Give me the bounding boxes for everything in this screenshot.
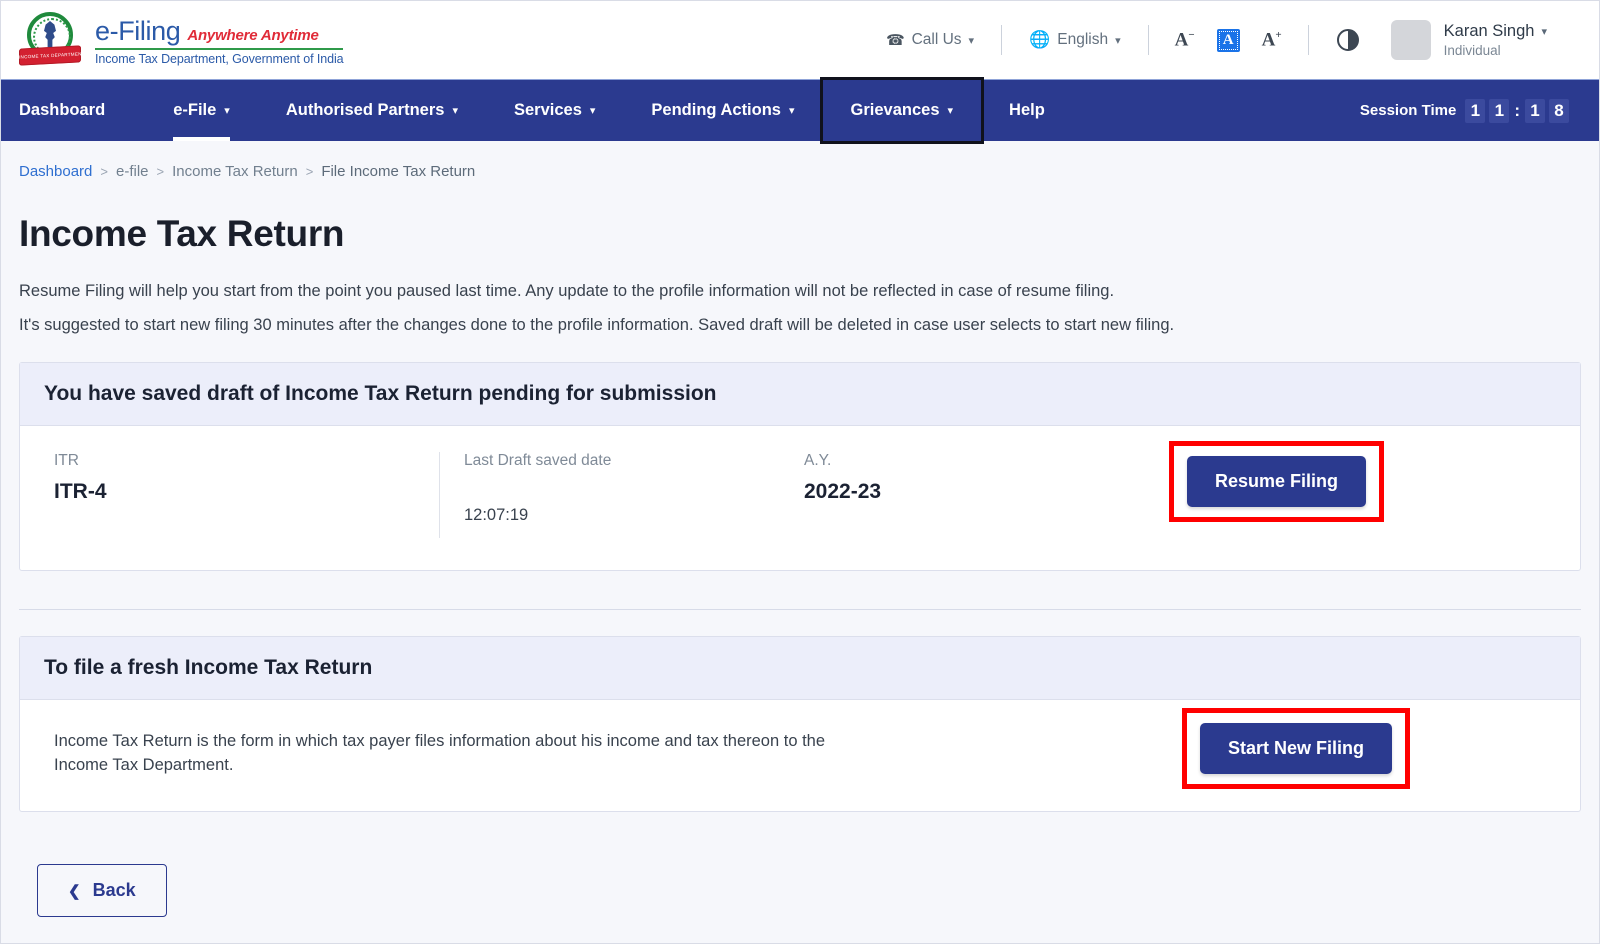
nav-item-authorised-partners[interactable]: Authorised Partners ▾	[258, 80, 486, 141]
font-normal-button[interactable]: A	[1216, 28, 1240, 52]
page-title: Income Tax Return	[19, 213, 345, 254]
description-line-1: Resume Filing will help you start from t…	[19, 282, 1115, 300]
session-digit: 8	[1549, 98, 1569, 123]
user-name: Karan Singh	[1443, 22, 1535, 40]
phone-icon: ☎	[885, 32, 905, 49]
main-content: Income Tax Return Resume Filing will hel…	[1, 213, 1599, 918]
chevron-down-icon: ▾	[589, 105, 596, 117]
font-normal-label: A	[1222, 31, 1234, 48]
font-decrease-label: A	[1174, 29, 1189, 51]
font-size-controls: A− A A+	[1159, 28, 1298, 52]
font-decrease-button[interactable]: A−	[1174, 29, 1195, 51]
chevron-down-icon: ▾	[968, 34, 975, 47]
chevron-left-icon: ❮	[68, 882, 81, 900]
assessment-year-value: 2022-23	[804, 480, 882, 504]
divider	[1001, 25, 1003, 55]
breadcrumb-separator: >	[305, 164, 314, 179]
draft-ay-column: A.Y. 2022-23	[804, 452, 1134, 505]
session-digit: 1	[1465, 98, 1486, 123]
divider	[1147, 25, 1149, 55]
resume-filing-highlight-box: Resume Filing	[1168, 440, 1384, 522]
divider	[1307, 25, 1309, 55]
chevron-down-icon: ▾	[224, 105, 230, 117]
brand-tagline: Anywhere Anytime	[187, 27, 319, 44]
start-new-filing-button[interactable]: Start New Filing	[1199, 722, 1392, 774]
session-timer: Session Time 1 1 : 1 8	[1360, 80, 1599, 141]
nav-label: e-File	[173, 101, 217, 119]
session-timer-digits: 1 1 : 1 8	[1465, 98, 1569, 123]
assessment-year-label: A.Y.	[804, 451, 832, 469]
brand-subtitle: Income Tax Department, Government of Ind…	[95, 52, 344, 66]
nav-label: Pending Actions	[651, 101, 781, 119]
nav-item-dashboard[interactable]: Dashboard	[1, 80, 145, 141]
back-button-label: Back	[92, 880, 136, 901]
chevron-down-icon: ▾	[1541, 26, 1547, 38]
nav-label: Grievances	[850, 101, 940, 119]
nav-item-help[interactable]: Help	[981, 80, 1073, 141]
back-button[interactable]: ❮ Back	[37, 864, 167, 918]
call-us-label: Call Us	[911, 31, 962, 48]
nav-label: Services	[513, 101, 582, 119]
page-root: INCOME TAX DEPARTMENT e-Filing Anywhere …	[0, 0, 1600, 944]
saved-draft-heading: You have saved draft of Income Tax Retur…	[20, 362, 1580, 426]
brand-logo[interactable]: INCOME TAX DEPARTMENT e-Filing Anywhere …	[19, 11, 344, 69]
header-tools: ☎ Call Us ▾ 🌐 English ▾ A− A A+ Karan Si…	[869, 20, 1577, 60]
nav-items: Dashboard e-File ▾ Authorised Partners ▾…	[1, 77, 1073, 144]
brand-title: e-Filing	[95, 16, 181, 46]
emblem-banner-text: INCOME TAX DEPARTMENT	[19, 51, 81, 60]
fresh-filing-body: Income Tax Return is the form in which t…	[20, 700, 1580, 812]
site-header: INCOME TAX DEPARTMENT e-Filing Anywhere …	[1, 1, 1599, 79]
breadcrumb-separator: >	[100, 164, 108, 179]
session-digit: 1	[1489, 98, 1510, 123]
globe-icon: 🌐	[1029, 30, 1051, 49]
session-colon: :	[1514, 100, 1520, 120]
fresh-filing-text: Income Tax Return is the form in which t…	[54, 731, 826, 774]
chevron-down-icon: ▾	[452, 105, 458, 117]
contrast-toggle-icon[interactable]	[1336, 29, 1359, 51]
nav-item-grievances[interactable]: Grievances ▾	[819, 77, 985, 144]
user-profile-menu[interactable]: Karan Singh ▾ Individual	[1390, 20, 1547, 60]
main-navigation: Dashboard e-File ▾ Authorised Partners ▾…	[1, 77, 1599, 144]
nav-item-e-file[interactable]: e-File ▾	[145, 80, 258, 141]
saved-draft-body: ITR ITR-4 Last Draft saved date 12:07:19…	[20, 426, 1580, 570]
fresh-filing-card: To file a fresh Income Tax Return Income…	[19, 635, 1581, 813]
description-line-2: It's suggested to start new filing 30 mi…	[19, 315, 1175, 334]
font-increase-button[interactable]: A+	[1261, 29, 1282, 51]
section-divider	[19, 608, 1581, 610]
avatar	[1390, 20, 1431, 60]
session-digit: 1	[1525, 98, 1545, 123]
nav-item-pending-actions[interactable]: Pending Actions ▾	[623, 80, 822, 141]
saved-draft-card: You have saved draft of Income Tax Retur…	[19, 361, 1581, 571]
call-us-menu[interactable]: ☎ Call Us ▾	[869, 31, 991, 49]
session-timer-label: Session Time	[1359, 102, 1457, 119]
chevron-down-icon: ▾	[1115, 34, 1121, 47]
breadcrumb-item-e-file[interactable]: e-file	[116, 163, 149, 180]
font-increase-label: A	[1261, 29, 1276, 51]
user-role: Individual	[1443, 43, 1501, 58]
breadcrumb-item-income-tax-return[interactable]: Income Tax Return	[172, 163, 298, 180]
nav-label: Help	[1009, 101, 1045, 119]
breadcrumb-item-dashboard[interactable]: Dashboard	[19, 163, 92, 180]
nav-label: Authorised Partners	[285, 101, 445, 119]
last-draft-saved-date-label: Last Draft saved date	[464, 451, 612, 469]
resume-filing-button[interactable]: Resume Filing	[1186, 455, 1366, 507]
language-menu[interactable]: 🌐 English ▾	[1012, 30, 1138, 50]
breadcrumb-separator: >	[156, 164, 165, 179]
nav-item-services[interactable]: Services ▾	[486, 80, 623, 141]
breadcrumb: Dashboard > e-file > Income Tax Return >…	[1, 141, 1599, 180]
itr-label: ITR	[54, 451, 79, 469]
itr-value: ITR-4	[54, 480, 107, 504]
chevron-down-icon: ▾	[788, 105, 795, 117]
breadcrumb-item-file-income-tax-return: File Income Tax Return	[321, 163, 476, 180]
draft-itr-column: ITR ITR-4	[54, 452, 439, 505]
nav-label: Dashboard	[19, 101, 106, 119]
language-label: English	[1057, 31, 1109, 48]
last-draft-saved-date-value: 12:07:19	[464, 506, 529, 525]
brand-text: e-Filing Anywhere Anytime Income Tax Dep…	[95, 14, 344, 66]
chevron-down-icon: ▾	[947, 105, 954, 117]
draft-date-column: Last Draft saved date 12:07:19	[439, 451, 804, 538]
start-new-filing-highlight-box: Start New Filing	[1181, 707, 1410, 789]
fresh-filing-heading: To file a fresh Income Tax Return	[20, 636, 1580, 700]
india-emblem-icon: INCOME TAX DEPARTMENT	[19, 11, 81, 69]
